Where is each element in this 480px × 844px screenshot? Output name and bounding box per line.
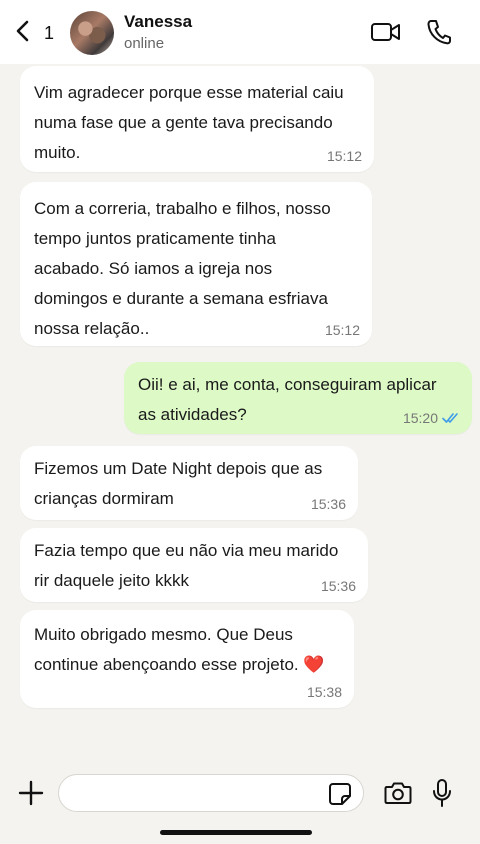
message-line: tempo juntos praticamente tinha — [34, 229, 276, 248]
chat-screen: 1 Vanessa online Vim agradecer porque es… — [0, 0, 480, 844]
message-line: Fazia tempo que eu não via meu marido — [34, 541, 339, 560]
message-line: Com a correria, trabalho e filhos, nosso — [34, 199, 331, 218]
contact-status: online — [124, 35, 165, 52]
back-button[interactable]: 1 — [14, 18, 62, 48]
phone-icon — [427, 20, 451, 45]
message-line: muito. — [34, 143, 81, 162]
double-check-icon — [442, 413, 458, 423]
message-line: domingos e durante a semana esfriava — [34, 289, 328, 308]
message-bubble-outgoing[interactable]: Oii! e ai, me conta, conseguiram aplicar… — [124, 362, 472, 434]
message-bubble-incoming[interactable]: Muito obrigado mesmo. Que Deus continue … — [20, 610, 354, 708]
unread-count: 1 — [44, 22, 55, 43]
message-line: rir daquele jeito kkkk — [34, 571, 189, 590]
video-camera-icon — [371, 23, 400, 41]
avatar[interactable] — [70, 11, 114, 55]
home-indicator[interactable] — [160, 830, 312, 835]
message-time: 15:38 — [306, 684, 342, 700]
microphone-button[interactable] — [432, 778, 452, 808]
message-time: 15:20 — [402, 410, 438, 426]
attach-button[interactable] — [18, 780, 44, 806]
message-time: 15:36 — [320, 578, 356, 594]
message-line: Muito obrigado mesmo. Que Deus — [34, 625, 293, 644]
message-line: nossa relação.. — [34, 319, 150, 338]
message-line: continue abençoando esse projeto. ❤️ — [34, 650, 340, 680]
heart-emoji: ❤️ — [303, 655, 325, 674]
message-line-text: continue abençoando esse projeto. — [34, 655, 299, 674]
message-bubble-incoming[interactable]: Fizemos um Date Night depois que as cria… — [20, 446, 358, 520]
message-bubble-incoming[interactable]: Com a correria, trabalho e filhos, nosso… — [20, 182, 372, 346]
message-bubble-incoming[interactable]: Vim agradecer porque esse material caiu … — [20, 66, 374, 172]
message-bubble-incoming[interactable]: Fazia tempo que eu não via meu marido ri… — [20, 528, 368, 602]
message-line: Vim agradecer porque esse material caiu — [34, 83, 344, 102]
message-time: 15:12 — [326, 148, 362, 164]
chevron-left-icon — [14, 19, 32, 48]
chat-header: 1 Vanessa online — [0, 0, 480, 64]
camera-icon — [384, 782, 412, 804]
message-line: acabado. Só iamos a igreja nos — [34, 259, 273, 278]
message-line: numa fase que a gente tava precisando — [34, 113, 333, 132]
camera-button[interactable] — [384, 780, 412, 806]
sticker-button[interactable] — [328, 782, 352, 806]
message-line: Fizemos um Date Night depois que as — [34, 459, 323, 478]
message-time: 15:36 — [310, 496, 346, 512]
microphone-icon — [433, 779, 451, 807]
contact-name[interactable]: Vanessa — [124, 12, 192, 32]
video-call-button[interactable] — [370, 20, 402, 44]
message-input[interactable] — [58, 774, 364, 812]
message-time: 15:12 — [324, 322, 360, 338]
voice-call-button[interactable] — [426, 18, 452, 46]
message-line: Oii! e ai, me conta, conseguiram aplicar — [138, 375, 437, 394]
sticker-icon — [329, 783, 351, 805]
message-line: crianças dormiram — [34, 489, 174, 508]
plus-icon — [18, 780, 44, 806]
